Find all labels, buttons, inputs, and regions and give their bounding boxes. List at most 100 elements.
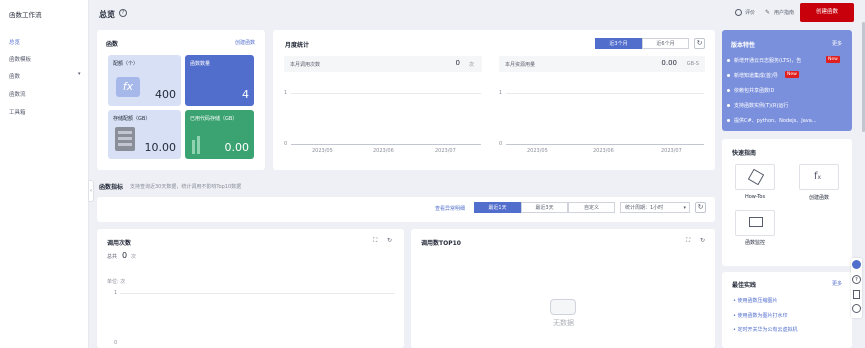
monthly-calls-header: 本月调用次数 0 次: [284, 56, 482, 72]
hexagon-icon: [747, 168, 765, 186]
sidebar-title: 函数工作流: [9, 11, 42, 19]
refresh-icon[interactable]: ↻: [695, 202, 706, 213]
best-practice-panel: 最佳实践 更多 • 使用函数压缩图片 • 使用函数为图片打水印 • 定时开关华为…: [722, 272, 852, 348]
view-errors-link[interactable]: 查看异常明细: [435, 205, 465, 212]
total-value: 0: [122, 251, 128, 260]
gridline: [120, 293, 395, 294]
resources-unit: GB-S: [686, 61, 699, 67]
version-item[interactable]: 依赖包共享函数ID: [734, 87, 774, 94]
metric-value: 10.00: [144, 141, 177, 154]
monthly-stats-panel: 月度统计 近3个月 近6个月 ↻ 本月调用次数 0 次 1 0 2023/05 …: [273, 30, 715, 170]
range-custom[interactable]: 自定义: [568, 202, 615, 213]
user-guide-link[interactable]: 用户指南: [774, 9, 794, 16]
smile-icon: [735, 9, 742, 16]
function-monitor-label: 函数监控: [744, 240, 765, 246]
document-icon[interactable]: [853, 290, 860, 299]
monthly-resources-header: 本月资源用量 0.00 GB-S: [499, 56, 705, 72]
version-features-panel: 版本特性 更多 新增开通云日志服务(LTS)，告 New 新增知道集成(首)导 …: [722, 30, 852, 131]
bullet: [727, 74, 730, 77]
best-practice-item[interactable]: • 使用函数压缩图片: [733, 297, 778, 304]
sidebar-item-templates[interactable]: 函数模板: [9, 55, 31, 63]
x-axis: [506, 144, 704, 145]
range-3-days[interactable]: 最近3天: [521, 202, 568, 213]
new-badge: New: [826, 56, 840, 63]
refresh-icon[interactable]: ↻: [387, 237, 392, 244]
how-tos-card[interactable]: [735, 164, 775, 190]
calls-unit: 次: [468, 62, 474, 68]
calls-y-top: 1: [284, 90, 288, 96]
refresh-icon[interactable]: ↻: [700, 237, 705, 244]
version-more-link[interactable]: 更多: [832, 40, 842, 47]
create-function-button[interactable]: 创建函数: [800, 3, 854, 22]
tab-3-months[interactable]: 近3个月: [595, 38, 642, 49]
bar-icon: [192, 140, 195, 154]
resources-value: 0.00: [661, 59, 677, 67]
chevron-down-icon[interactable]: ▾: [78, 71, 81, 77]
metrics-section-title: 函数指标: [99, 184, 124, 191]
chat-icon[interactable]: [852, 260, 861, 269]
functions-panel-title: 函数: [106, 41, 119, 48]
function-icon: fx: [814, 171, 822, 182]
floating-toolbar: ?: [851, 258, 862, 318]
best-practice-title: 最佳实践: [732, 282, 757, 289]
x-tick: 2023/06: [593, 148, 614, 154]
period-select[interactable]: 统计周期：1小时 ▾: [620, 202, 690, 213]
fullscreen-icon[interactable]: ⛶: [686, 237, 690, 245]
create-function-card[interactable]: fx: [799, 164, 839, 190]
resources-y-bottom: 0: [499, 141, 503, 147]
collapse-sidebar-handle[interactable]: ‹: [88, 180, 94, 202]
calls-chart-y-top: 1: [114, 290, 118, 296]
guide-icon: ✎: [765, 9, 771, 16]
total-unit: 次: [131, 254, 137, 260]
calls-chart-unit: 单位: 次: [107, 279, 126, 285]
new-badge: New: [785, 71, 799, 78]
empty-box-icon: [550, 299, 576, 315]
calls-chart-y-bottom: 0: [114, 340, 118, 346]
bullet: [727, 59, 730, 62]
sidebar-item-overview[interactable]: 总览: [9, 38, 20, 46]
sidebar-item-functions[interactable]: 函数: [9, 72, 20, 80]
metric-value: 0.00: [224, 141, 250, 154]
resources-y-top: 1: [499, 90, 503, 96]
feedback-icon[interactable]: [852, 304, 861, 313]
help-icon[interactable]: ?: [852, 275, 861, 284]
period-select-label: 统计周期：1小时: [625, 205, 664, 211]
x-tick: 2023/05: [527, 148, 548, 154]
calls-y-bottom: 0: [284, 141, 288, 147]
version-item[interactable]: 新增开通云日志服务(LTS)，告: [734, 57, 801, 64]
metrics-section-subtitle: 支持查询近30天数据，统计调用不影响Top10数据: [130, 184, 242, 190]
refresh-icon[interactable]: ↻: [694, 38, 705, 49]
bullet: [727, 119, 730, 122]
create-function-link[interactable]: 创建函数: [235, 39, 255, 46]
x-tick: 2023/07: [435, 148, 456, 154]
best-practice-more-link[interactable]: 更多: [832, 280, 842, 287]
rate-link[interactable]: 评价: [745, 9, 755, 16]
best-practice-item[interactable]: • 使用函数为图片打水印: [733, 312, 788, 319]
function-monitor-card[interactable]: [735, 210, 775, 236]
top10-panel: 调用数TOP10 ⛶ ↻ 无数据: [411, 229, 715, 348]
version-item[interactable]: 提供C#、python、Nodejs、Java...: [734, 117, 817, 124]
storage-icon: [115, 127, 135, 151]
functions-panel: 函数 创建函数 配额（个） fx 400 函数数量 4 存储配额（GB） 10.…: [97, 30, 265, 170]
metric-function-count: 函数数量 4: [185, 55, 254, 106]
range-1-day[interactable]: 最近1天: [474, 202, 521, 213]
metric-value: 400: [155, 88, 176, 101]
tab-6-months[interactable]: 近6个月: [642, 38, 689, 49]
version-item[interactable]: 支持函数实例(T)(R)运行: [734, 102, 788, 109]
version-item[interactable]: 新增知道集成(首)导: [734, 72, 778, 79]
resources-label: 本月资源用量: [505, 62, 536, 68]
bullet: [727, 89, 730, 92]
sidebar-item-toolbox[interactable]: 工具箱: [9, 108, 26, 116]
x-tick: 2023/06: [373, 148, 394, 154]
sidebar-item-flows[interactable]: 函数流: [9, 90, 26, 98]
monitor-icon: [749, 217, 763, 227]
top10-title: 调用数TOP10: [421, 240, 461, 247]
create-function-label: 创建函数: [808, 195, 829, 201]
best-practice-item[interactable]: • 定时开关华为公有云虚拟机: [733, 326, 798, 333]
quick-guide-panel: 快速指南 How-Tos fx 创建函数 函数监控: [722, 139, 852, 266]
total-label: 总共: [107, 254, 118, 260]
calls-value: 0: [455, 59, 460, 67]
metrics-toolbar: 查看异常明细 最近1天 最近3天 自定义 统计周期：1小时 ▾ ↻: [97, 197, 715, 222]
help-icon[interactable]: ?: [119, 9, 127, 17]
fullscreen-icon[interactable]: ⛶: [373, 237, 377, 245]
